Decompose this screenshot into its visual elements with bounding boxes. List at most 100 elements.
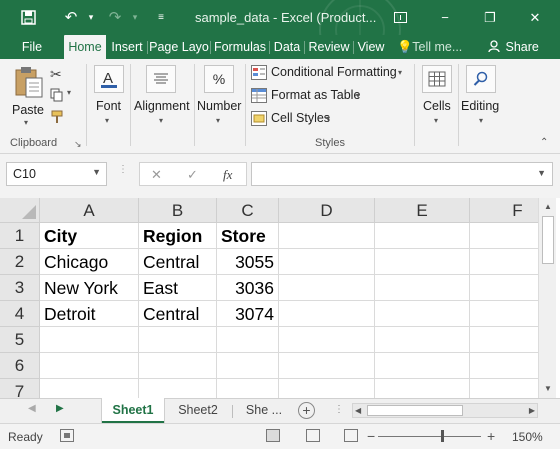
column-header-e[interactable]: E xyxy=(375,198,470,223)
vertical-scroll-thumb[interactable] xyxy=(542,216,554,264)
cell-b3[interactable]: East xyxy=(139,275,217,301)
restore-icon[interactable]: ❐ xyxy=(470,0,510,35)
redo-dropdown-icon[interactable]: ▾ xyxy=(124,7,146,27)
cancel-icon[interactable]: ✕ xyxy=(151,167,162,183)
cell-a2[interactable]: Chicago xyxy=(40,249,139,275)
select-all-button[interactable] xyxy=(0,198,40,223)
redo-icon[interactable]: ↷ xyxy=(104,7,126,27)
tab-data[interactable]: Data xyxy=(271,35,303,59)
insert-function-icon[interactable]: fx xyxy=(223,167,232,183)
cell-f2[interactable] xyxy=(470,249,538,275)
undo-dropdown-icon[interactable]: ▾ xyxy=(80,7,102,27)
row-header-7[interactable]: 7 xyxy=(0,379,40,398)
name-box[interactable]: C10 ▼ xyxy=(6,162,107,186)
cell-f6[interactable] xyxy=(470,353,538,379)
cell-c4[interactable]: 3074 xyxy=(217,301,279,327)
cell-c5[interactable] xyxy=(217,327,279,353)
column-header-c[interactable]: C xyxy=(217,198,279,223)
alignment-button[interactable]: Alignment ▾ xyxy=(133,63,193,129)
cell-a7[interactable] xyxy=(40,379,139,398)
zoom-level[interactable]: 150% xyxy=(512,430,543,444)
cells-button[interactable]: Cells ▾ xyxy=(418,63,456,129)
cell-d2[interactable] xyxy=(279,249,375,275)
zoom-out-icon[interactable]: − xyxy=(367,428,375,444)
cell-d4[interactable] xyxy=(279,301,375,327)
cell-e1[interactable] xyxy=(375,223,470,249)
cell-e7[interactable] xyxy=(375,379,470,398)
conditional-formatting-button[interactable]: Conditional Formatting ▾ xyxy=(251,64,411,82)
cell-f3[interactable] xyxy=(470,275,538,301)
page-layout-view-icon[interactable] xyxy=(306,429,320,442)
cell-d1[interactable] xyxy=(279,223,375,249)
cell-d6[interactable] xyxy=(279,353,375,379)
cell-styles-button[interactable]: Cell Styles ▾ xyxy=(251,110,341,128)
cell-d3[interactable] xyxy=(279,275,375,301)
customize-qat-icon[interactable]: ≡ xyxy=(150,7,172,27)
horizontal-scroll-thumb[interactable] xyxy=(367,405,463,416)
cell-b1[interactable]: Region xyxy=(139,223,217,249)
undo-icon[interactable]: ↶ xyxy=(60,7,82,27)
scroll-up-icon[interactable]: ▲ xyxy=(542,201,554,213)
next-sheet-icon[interactable]: ▶ xyxy=(56,403,64,414)
scroll-left-icon[interactable]: ◀ xyxy=(355,404,361,417)
tab-insert[interactable]: Insert xyxy=(108,35,146,59)
cell-d7[interactable] xyxy=(279,379,375,398)
page-break-preview-icon[interactable] xyxy=(344,429,358,442)
tab-formulas[interactable]: Formulas xyxy=(212,35,268,59)
copy-icon[interactable]: ▾ xyxy=(50,88,74,102)
horizontal-scrollbar[interactable]: ◀ ▶ xyxy=(352,403,538,418)
sheet-tab-sheet1[interactable]: Sheet1 xyxy=(102,398,164,423)
cell-a3[interactable]: New York xyxy=(40,275,139,301)
cell-f7[interactable] xyxy=(470,379,538,398)
cell-a5[interactable] xyxy=(40,327,139,353)
cell-b4[interactable]: Central xyxy=(139,301,217,327)
cell-e6[interactable] xyxy=(375,353,470,379)
cell-f4[interactable] xyxy=(470,301,538,327)
cell-c3[interactable]: 3036 xyxy=(217,275,279,301)
macro-record-icon[interactable] xyxy=(60,429,74,442)
cell-a4[interactable]: Detroit xyxy=(40,301,139,327)
cell-e2[interactable] xyxy=(375,249,470,275)
minimize-icon[interactable]: − xyxy=(425,0,465,35)
cell-b6[interactable] xyxy=(139,353,217,379)
column-header-b[interactable]: B xyxy=(139,198,217,223)
font-button[interactable]: A Font ▾ xyxy=(90,63,128,129)
paste-button[interactable]: Paste ▾ xyxy=(8,63,48,127)
ribbon-display-icon[interactable] xyxy=(380,0,420,35)
vertical-scrollbar[interactable]: ▲ ▼ xyxy=(538,198,556,398)
cell-b5[interactable] xyxy=(139,327,217,353)
cell-c7[interactable] xyxy=(217,379,279,398)
formula-bar-splitter[interactable]: ⋮ xyxy=(118,165,128,182)
row-header-1[interactable]: 1 xyxy=(0,223,40,249)
row-header-5[interactable]: 5 xyxy=(0,327,40,353)
prev-sheet-icon[interactable]: ◀ xyxy=(28,403,36,414)
dialog-launcher-icon[interactable]: ↘ xyxy=(74,139,82,150)
formula-input[interactable]: ▼ xyxy=(251,162,553,186)
column-header-a[interactable]: A xyxy=(40,198,139,223)
cell-b2[interactable]: Central xyxy=(139,249,217,275)
splitter-icon[interactable]: ⋮ xyxy=(334,404,344,415)
sheet-tab-sheet2[interactable]: Sheet2 xyxy=(168,398,228,423)
tab-view[interactable]: View xyxy=(355,35,387,59)
zoom-slider[interactable] xyxy=(378,436,481,437)
cell-e5[interactable] xyxy=(375,327,470,353)
scroll-right-icon[interactable]: ▶ xyxy=(529,404,535,417)
format-painter-icon[interactable] xyxy=(51,110,67,124)
tell-me-search[interactable]: 💡 Tell me... xyxy=(397,35,462,59)
tab-file[interactable]: File xyxy=(10,35,54,59)
cell-e4[interactable] xyxy=(375,301,470,327)
cell-c1[interactable]: Store xyxy=(217,223,279,249)
close-icon[interactable]: ✕ xyxy=(515,0,555,35)
zoom-slider-thumb[interactable] xyxy=(440,430,444,442)
format-as-table-button[interactable]: Format as Table ▾ xyxy=(251,87,371,105)
tab-page-layout[interactable]: Page Layo xyxy=(149,35,209,59)
tab-home[interactable]: Home xyxy=(64,35,106,59)
cell-c6[interactable] xyxy=(217,353,279,379)
expand-formula-bar-icon[interactable]: ▼ xyxy=(537,168,546,178)
chevron-down-icon[interactable]: ▼ xyxy=(92,167,101,177)
zoom-in-icon[interactable]: + xyxy=(487,428,495,444)
share-button[interactable]: Share xyxy=(484,35,539,59)
row-header-3[interactable]: 3 xyxy=(0,275,40,301)
cell-b7[interactable] xyxy=(139,379,217,398)
enter-icon[interactable]: ✓ xyxy=(187,167,198,183)
